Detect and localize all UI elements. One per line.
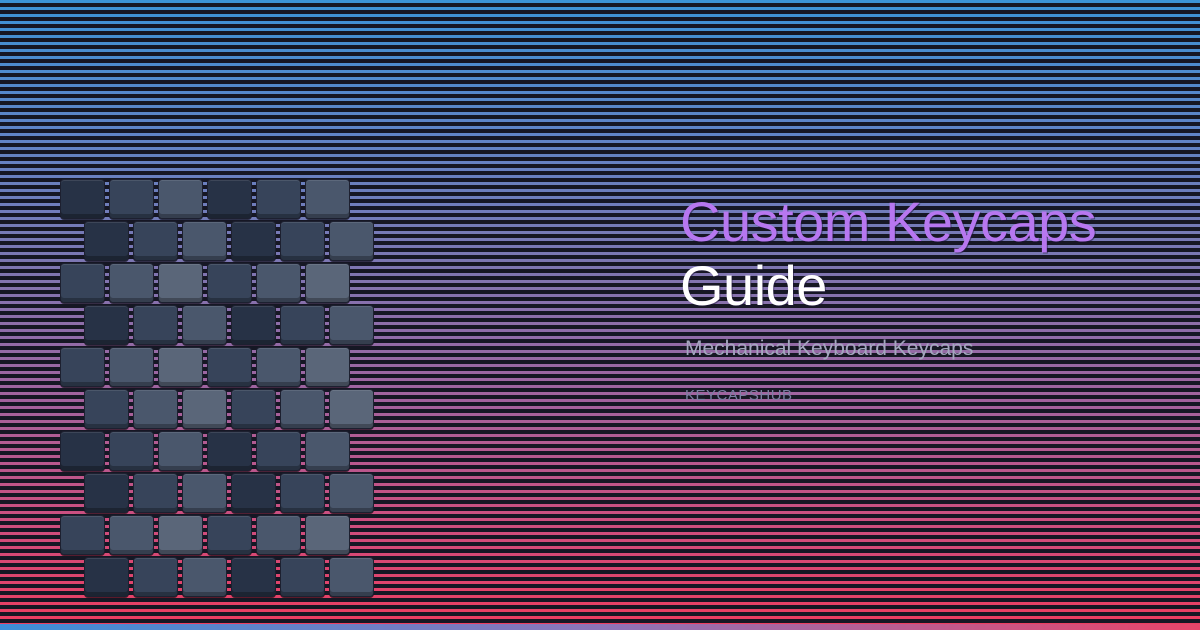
keycap bbox=[109, 431, 154, 471]
keycap bbox=[256, 347, 301, 387]
keycap bbox=[305, 179, 350, 219]
keycap bbox=[207, 515, 252, 555]
keycap bbox=[329, 473, 374, 513]
keycap-row bbox=[84, 389, 374, 429]
keycap bbox=[84, 221, 129, 261]
keycap bbox=[231, 221, 276, 261]
keycap-row bbox=[60, 347, 350, 387]
keycap bbox=[109, 263, 154, 303]
keycap bbox=[133, 305, 178, 345]
keycap bbox=[231, 473, 276, 513]
keycap bbox=[280, 557, 325, 597]
keycap bbox=[182, 305, 227, 345]
keycap bbox=[158, 179, 203, 219]
page-title: Guide bbox=[680, 254, 827, 317]
keycap bbox=[60, 515, 105, 555]
keycap bbox=[305, 431, 350, 471]
keycap bbox=[133, 557, 178, 597]
keycap bbox=[280, 305, 325, 345]
keycap bbox=[207, 431, 252, 471]
keycap bbox=[158, 431, 203, 471]
hero-banner: Custom Keycaps Guide Mechanical Keyboard… bbox=[0, 0, 1200, 630]
keycap bbox=[329, 557, 374, 597]
keycap bbox=[84, 557, 129, 597]
keycap bbox=[60, 179, 105, 219]
keycap bbox=[329, 305, 374, 345]
keycap bbox=[280, 473, 325, 513]
keycap-row bbox=[60, 431, 350, 471]
keycap bbox=[158, 347, 203, 387]
keycap bbox=[158, 263, 203, 303]
top-accent-bar bbox=[0, 0, 1200, 3]
keycap bbox=[158, 515, 203, 555]
keycap bbox=[231, 557, 276, 597]
keycap bbox=[207, 347, 252, 387]
keycap bbox=[133, 221, 178, 261]
keycap bbox=[109, 347, 154, 387]
keycap bbox=[256, 431, 301, 471]
keycap bbox=[256, 515, 301, 555]
keycap-row bbox=[84, 221, 374, 261]
keycap-row bbox=[60, 515, 350, 555]
keycap bbox=[231, 305, 276, 345]
keycap bbox=[182, 389, 227, 429]
keycap bbox=[60, 263, 105, 303]
keycap bbox=[256, 263, 301, 303]
keycap bbox=[256, 179, 301, 219]
keycap bbox=[109, 515, 154, 555]
keycap bbox=[305, 347, 350, 387]
keycap bbox=[329, 221, 374, 261]
bottom-accent-bar bbox=[0, 624, 1200, 630]
keycap-row bbox=[84, 305, 374, 345]
keycap bbox=[182, 221, 227, 261]
page-title-accent: Custom Keycaps bbox=[680, 190, 1097, 253]
keycap bbox=[84, 305, 129, 345]
keycap bbox=[231, 389, 276, 429]
keycap-row bbox=[84, 557, 374, 597]
keycap bbox=[207, 179, 252, 219]
keycap bbox=[84, 473, 129, 513]
keycap bbox=[280, 221, 325, 261]
keycap bbox=[60, 431, 105, 471]
keycap bbox=[182, 557, 227, 597]
keycap bbox=[109, 179, 154, 219]
keycap bbox=[305, 515, 350, 555]
keycap bbox=[84, 389, 129, 429]
keycap bbox=[133, 389, 178, 429]
keycap bbox=[182, 473, 227, 513]
keycap bbox=[305, 263, 350, 303]
keycap-row bbox=[84, 473, 374, 513]
subtitle: Mechanical Keyboard Keycaps bbox=[685, 337, 974, 360]
keycap bbox=[280, 389, 325, 429]
keycap-row bbox=[60, 263, 350, 303]
brand-name: KEYCAPSHUB bbox=[685, 387, 793, 404]
keycap bbox=[329, 389, 374, 429]
keycap-grid-illustration bbox=[60, 179, 380, 599]
keycap bbox=[60, 347, 105, 387]
keycap bbox=[207, 263, 252, 303]
keycap bbox=[133, 473, 178, 513]
keycap-row bbox=[60, 179, 350, 219]
